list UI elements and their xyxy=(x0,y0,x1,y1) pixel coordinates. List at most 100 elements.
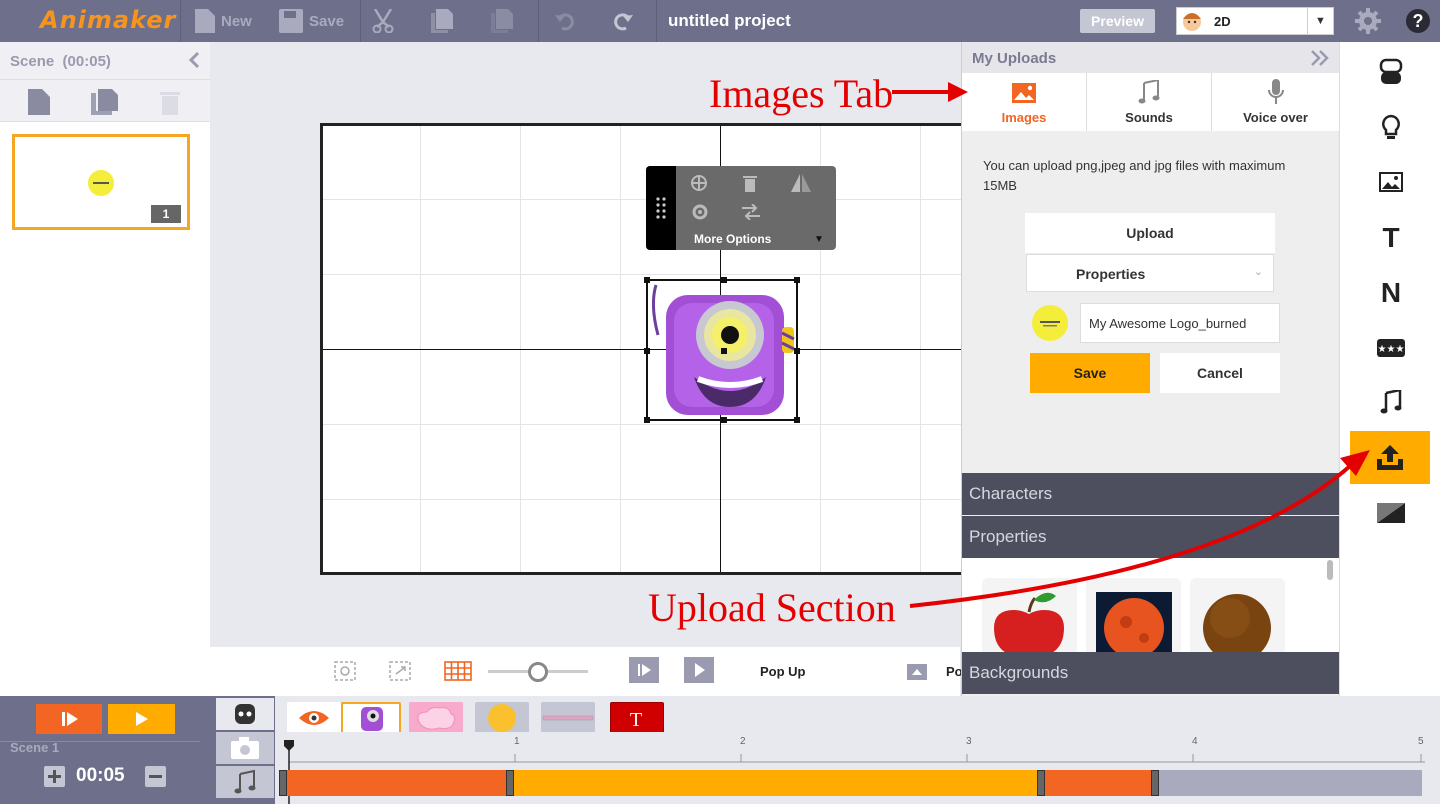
svg-text:T: T xyxy=(630,709,642,731)
help-button[interactable]: ? xyxy=(1405,8,1431,34)
flip-button[interactable] xyxy=(791,174,811,192)
collapse-panel-button[interactable] xyxy=(188,51,200,69)
new-file-icon xyxy=(195,9,215,33)
save-icon xyxy=(279,9,303,33)
playhead[interactable] xyxy=(284,740,294,804)
delete-scene-button[interactable] xyxy=(160,89,180,115)
svg-text:?: ? xyxy=(1413,11,1424,31)
redo-icon xyxy=(614,13,633,31)
fit-screen-button[interactable] xyxy=(388,661,412,681)
paste-button[interactable] xyxy=(490,8,514,34)
cancel-upload-button[interactable]: Cancel xyxy=(1160,353,1280,393)
redo-button[interactable] xyxy=(613,8,633,34)
scene-thumbnail[interactable]: 1 xyxy=(12,134,190,230)
center-view-button[interactable] xyxy=(333,661,357,681)
play-all-button[interactable] xyxy=(108,704,175,734)
more-options-button[interactable]: More Options xyxy=(694,232,771,246)
project-title[interactable]: untitled project xyxy=(668,11,791,31)
object-yellow-logo[interactable] xyxy=(475,702,529,734)
help-icon: ? xyxy=(1406,9,1430,33)
save-button[interactable]: Save xyxy=(279,8,344,34)
avatar-icon xyxy=(1183,13,1201,31)
resize-handle[interactable] xyxy=(644,348,650,354)
annotation-arrow-images xyxy=(892,82,968,102)
upload-info-text: You can upload png,jpeg and jpg files wi… xyxy=(983,158,1286,193)
layer-music-button[interactable] xyxy=(216,766,274,798)
play-scene-button[interactable] xyxy=(36,704,102,734)
mode-select[interactable]: 2D ▼ xyxy=(1176,7,1334,35)
settings-button[interactable] xyxy=(692,204,708,220)
lightbulb-icon xyxy=(1382,114,1400,139)
canvas-controls: Pop Up Po xyxy=(210,647,963,696)
paste-icon xyxy=(491,9,513,33)
rotation-center-handle[interactable] xyxy=(721,348,727,354)
resize-handle[interactable] xyxy=(644,417,650,423)
layer-characters-button[interactable] xyxy=(216,698,274,730)
numbers-category[interactable]: N xyxy=(1375,277,1407,309)
animation-up-button[interactable] xyxy=(907,664,927,680)
object-eye[interactable] xyxy=(287,702,341,734)
object-text[interactable]: T xyxy=(610,702,664,734)
object-purple-monster[interactable] xyxy=(341,702,401,736)
settings-button[interactable] xyxy=(1355,8,1381,34)
props-category[interactable] xyxy=(1375,112,1407,144)
drag-handle[interactable] xyxy=(646,166,676,250)
music-category[interactable] xyxy=(1375,386,1407,418)
cloud-icon xyxy=(417,707,456,730)
resize-handle[interactable] xyxy=(721,417,727,423)
animation-effect-label[interactable]: Pop Up xyxy=(760,664,806,679)
move-button[interactable] xyxy=(690,174,708,192)
duration-segment[interactable] xyxy=(510,770,1041,796)
n-icon: N xyxy=(1380,277,1402,308)
upload-button[interactable]: Upload xyxy=(1025,213,1275,253)
backgrounds-category[interactable] xyxy=(1375,166,1407,198)
timeline-handle[interactable] xyxy=(1151,770,1159,796)
section-backgrounds[interactable]: Backgrounds xyxy=(962,652,1339,694)
play-button[interactable] xyxy=(684,657,714,683)
new-button[interactable]: New xyxy=(195,8,252,34)
decrease-duration-button[interactable] xyxy=(145,766,166,787)
timeline-track-area: 1 2 3 4 5 xyxy=(275,732,1440,804)
entry-animation-segment[interactable] xyxy=(284,770,510,796)
tab-voice-over[interactable]: Voice over xyxy=(1212,73,1339,131)
text-category[interactable]: T xyxy=(1375,222,1407,254)
timeline-handle[interactable] xyxy=(279,770,287,796)
resize-handle[interactable] xyxy=(644,277,650,283)
collapse-uploads-button[interactable] xyxy=(1310,50,1330,66)
logo-thumbnail-icon xyxy=(88,170,114,196)
resize-handle[interactable] xyxy=(794,277,800,283)
timeline-handle[interactable] xyxy=(1037,770,1045,796)
swap-button[interactable] xyxy=(742,204,760,220)
object-pink-cloud[interactable] xyxy=(409,702,463,734)
effects-category[interactable]: ★★★ xyxy=(1375,332,1407,364)
timeline-handle[interactable] xyxy=(506,770,514,796)
undo-button[interactable] xyxy=(555,8,575,34)
resize-handle[interactable] xyxy=(794,348,800,354)
undo-icon xyxy=(555,13,574,31)
grid-line xyxy=(323,274,967,275)
copy-button[interactable] xyxy=(430,8,454,34)
cut-button[interactable] xyxy=(372,8,394,34)
new-scene-button[interactable] xyxy=(28,89,50,115)
tab-images[interactable]: Images xyxy=(962,73,1087,131)
resize-handle[interactable] xyxy=(794,417,800,423)
increase-duration-button[interactable] xyxy=(44,766,65,787)
zoom-slider-thumb[interactable] xyxy=(528,662,548,682)
uploaded-logo-thumbnail xyxy=(1032,305,1068,341)
resize-handle[interactable] xyxy=(721,277,727,283)
selection-box[interactable] xyxy=(644,277,800,423)
move-icon xyxy=(691,175,707,191)
object-line[interactable] xyxy=(541,702,595,734)
properties-dropdown[interactable]: Properties ⌄ xyxy=(1026,254,1274,292)
delete-button[interactable] xyxy=(743,174,757,192)
exit-animation-segment[interactable] xyxy=(1041,770,1155,796)
tab-sounds[interactable]: Sounds xyxy=(1087,73,1212,131)
save-upload-button[interactable]: Save xyxy=(1030,353,1150,393)
characters-category[interactable] xyxy=(1375,56,1407,88)
play-scene-button[interactable] xyxy=(629,657,659,683)
preview-button[interactable]: Preview xyxy=(1080,9,1155,33)
file-name-input[interactable]: My Awesome Logo_burned xyxy=(1080,303,1280,343)
grid-toggle-button[interactable] xyxy=(444,661,472,681)
duplicate-scene-button[interactable] xyxy=(90,89,120,115)
layer-camera-button[interactable] xyxy=(216,732,274,764)
